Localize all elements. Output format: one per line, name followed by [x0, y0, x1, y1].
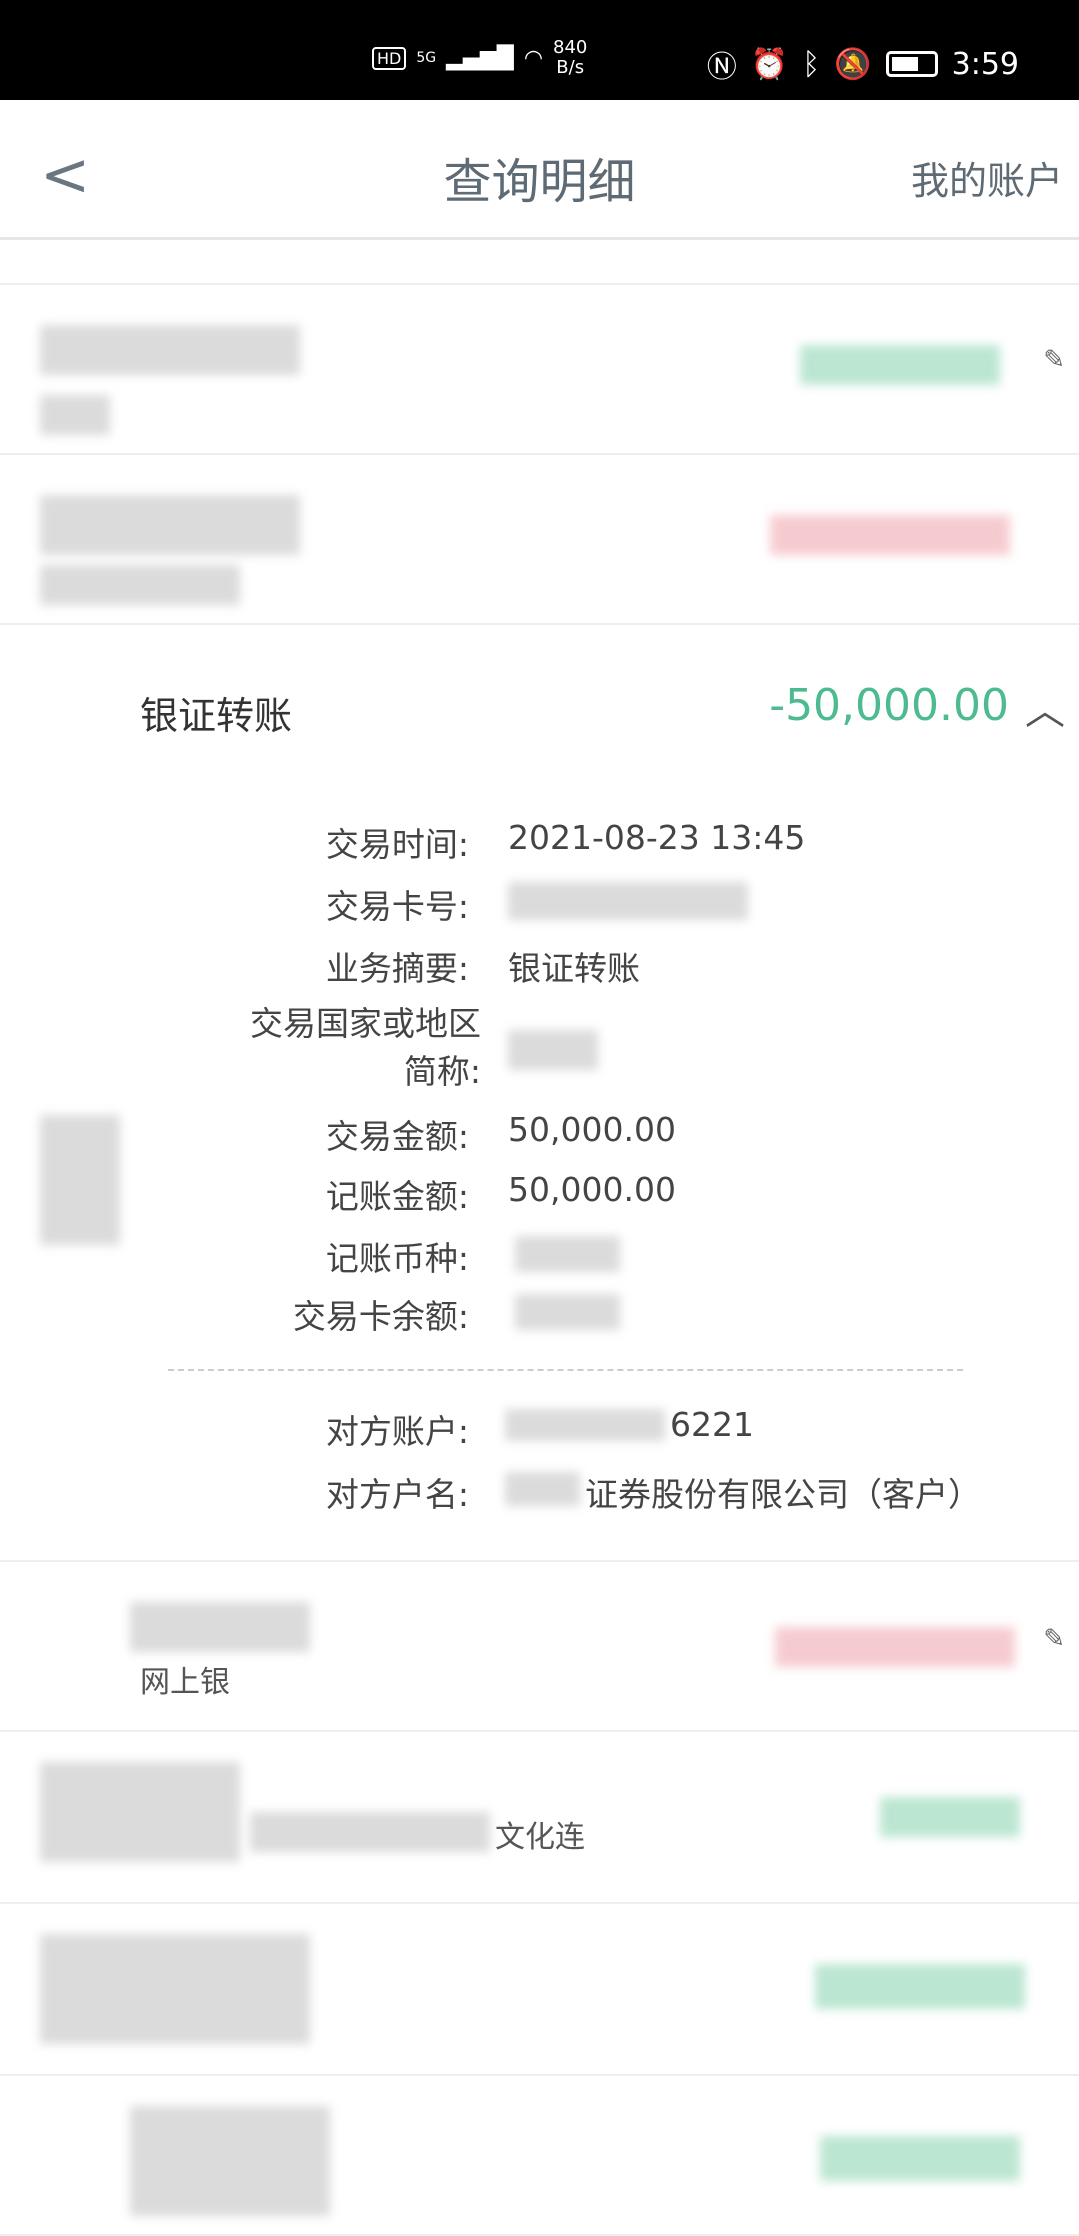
detail-label: 对方户名:: [325, 1475, 469, 1514]
detail-label: 交易卡号:: [325, 887, 469, 926]
network-label: 5G: [416, 50, 437, 66]
collapse-caret-icon[interactable]: ︿: [1025, 678, 1065, 736]
detail-label: 交易金额:: [325, 1117, 469, 1156]
detail-value: 50,000.00: [508, 1110, 676, 1149]
edit-icon[interactable]: ✎: [1043, 1624, 1065, 1654]
detail-label: 记账币种:: [325, 1239, 469, 1278]
signal-icon: ▂▄▆█: [446, 45, 514, 71]
transaction-amount: -50,000.00: [769, 680, 1009, 731]
clock: 3:59: [951, 46, 1019, 82]
bluetooth-icon: ᛒ: [802, 46, 821, 82]
nfc-icon: Ⓝ: [706, 50, 737, 85]
divider: [168, 1369, 963, 1371]
transaction-row[interactable]: 文化连: [0, 1732, 1079, 1904]
speed-unit: B/s: [556, 57, 585, 78]
my-account-link[interactable]: 我的账户: [911, 150, 1063, 205]
detail-label: 对方账户:: [325, 1412, 469, 1451]
mute-bell-icon: 🔕: [834, 46, 872, 82]
transaction-row[interactable]: ✎: [0, 283, 1079, 455]
alarm-icon: ⏰: [750, 46, 789, 82]
transaction-row[interactable]: [0, 455, 1079, 625]
detail-value: 6221: [670, 1405, 754, 1444]
status-bar: HD 5G ▂▄▆█ ◠ 840 B/s Ⓝ ⏰ ᛒ 🔕 3:59: [0, 0, 1079, 100]
detail-value: 50,000.00: [508, 1170, 676, 1209]
detail-label: 交易卡余额:: [292, 1297, 469, 1336]
row-fragment: 文化连: [495, 1820, 585, 1855]
transaction-row[interactable]: [0, 1904, 1079, 2076]
detail-label: 记账金额:: [325, 1177, 469, 1216]
transaction-row[interactable]: 网上银 ✎: [0, 1560, 1079, 1732]
wifi-icon: ◠: [523, 45, 544, 71]
transaction-type: 银证转账: [140, 694, 293, 738]
detail-value: 银证转账: [508, 949, 640, 988]
detail-value: 证券股份有限公司（客户）: [585, 1475, 981, 1514]
battery-icon: [885, 51, 938, 77]
detail-label: 业务摘要:: [325, 949, 469, 988]
row-fragment: 网上银: [140, 1665, 230, 1700]
detail-label: 交易国家或地区简称:: [250, 1004, 481, 1091]
edit-icon[interactable]: ✎: [1043, 345, 1065, 375]
detail-value: 2021-08-23 13:45: [508, 818, 806, 857]
hd-icon: HD: [372, 46, 407, 70]
nav-header: < 查询明细 我的账户: [0, 100, 1079, 240]
detail-label: 交易时间:: [325, 825, 469, 864]
transaction-row[interactable]: [0, 2076, 1079, 2236]
speed-value: 840: [553, 37, 588, 58]
